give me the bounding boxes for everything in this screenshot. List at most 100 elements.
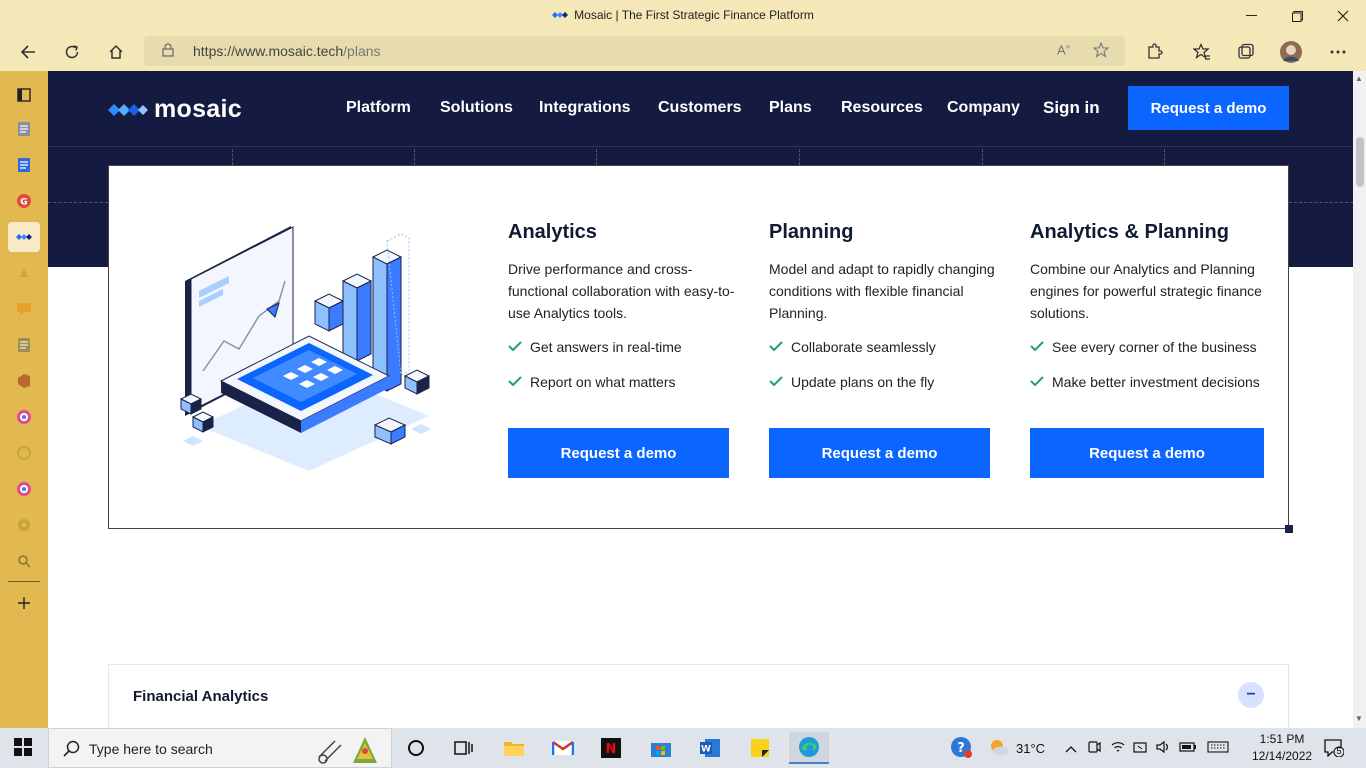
windows-taskbar: Type here to search N W ? 31°C 1:51 PM 1…	[0, 728, 1366, 768]
windows-start-icon[interactable]	[14, 738, 32, 761]
taskbar-search-box[interactable]: Type here to search	[48, 728, 392, 768]
scroll-down-icon[interactable]: ▼	[1355, 714, 1363, 723]
show-hidden-icons-icon[interactable]	[1065, 741, 1077, 756]
browser-sidebar: G	[0, 71, 48, 728]
search-icon	[63, 740, 81, 763]
plan-title: Analytics & Planning	[1030, 221, 1229, 243]
check-icon	[1030, 339, 1044, 355]
sign-in-link[interactable]: Sign in	[1043, 98, 1100, 118]
word-icon[interactable]: W	[690, 732, 730, 764]
notification-count: 5	[1336, 746, 1342, 756]
nav-resources[interactable]: Resources	[841, 99, 923, 117]
weather-icon[interactable]	[988, 738, 1010, 759]
nav-request-demo-button[interactable]: Request a demo	[1128, 86, 1289, 130]
microsoft-store-icon[interactable]	[641, 732, 681, 764]
analytics-request-demo-button[interactable]: Request a demo	[508, 428, 729, 478]
plan-description: Combine our Analytics and Planning engin…	[1030, 261, 1262, 321]
plan-feature: See every corner of the business	[1030, 339, 1275, 355]
page-scrollbar[interactable]: ▲ ▼	[1353, 71, 1366, 728]
window-title: Mosaic | The First Strategic Finance Pla…	[0, 8, 1366, 23]
svg-text:N: N	[606, 742, 617, 757]
sidebar-games-icon[interactable]	[12, 441, 36, 465]
browser-toolbar: https://www.mosaic.tech/plans A»	[0, 32, 1366, 71]
sidebar-grammarly-icon[interactable]: G	[12, 189, 36, 213]
planning-request-demo-button[interactable]: Request a demo	[769, 428, 990, 478]
plan-feature: Report on what matters	[508, 374, 748, 390]
nav-customers[interactable]: Customers	[658, 99, 742, 117]
sidebar-mosaic-tab-icon[interactable]	[8, 222, 40, 252]
plan-title: Planning	[769, 221, 854, 243]
scrollbar-thumb[interactable]	[1356, 137, 1364, 187]
mosaic-logo[interactable]: mosaic	[108, 95, 242, 124]
weather-temperature[interactable]: 31°C	[1016, 741, 1045, 756]
svg-text:G: G	[20, 198, 27, 208]
more-icon[interactable]	[1326, 40, 1350, 64]
svg-text:?: ?	[957, 741, 965, 756]
search-placeholder: Type here to search	[89, 741, 213, 757]
profile-avatar[interactable]	[1279, 40, 1303, 64]
help-icon[interactable]: ?	[950, 736, 972, 761]
svg-text:W: W	[701, 745, 711, 755]
battery-icon[interactable]	[1179, 741, 1197, 756]
meet-now-icon[interactable]	[1087, 740, 1101, 757]
accordion-financial-analytics[interactable]: Financial Analytics −	[108, 664, 1289, 728]
analytics-planning-request-demo-button[interactable]: Request a demo	[1030, 428, 1264, 478]
nav-company[interactable]: Company	[947, 99, 1020, 117]
collections-icon[interactable]	[1234, 40, 1258, 64]
nav-platform[interactable]: Platform	[346, 99, 411, 117]
wifi-icon[interactable]	[1111, 741, 1125, 756]
sidebar-add-icon[interactable]	[12, 591, 36, 615]
battery-saver-icon[interactable]	[1133, 740, 1147, 757]
plan-title: Analytics	[508, 221, 597, 243]
sidebar-tools-icon[interactable]	[12, 513, 36, 537]
sidebar-office-icon[interactable]	[12, 369, 36, 393]
sidebar-search-icon[interactable]	[12, 549, 36, 573]
file-explorer-icon[interactable]	[494, 732, 534, 764]
keyboard-icon[interactable]	[1207, 740, 1229, 756]
extensions-icon[interactable]	[1142, 40, 1166, 64]
read-aloud-icon[interactable]: A»	[1057, 42, 1070, 57]
volume-icon[interactable]	[1155, 740, 1171, 757]
gmail-icon[interactable]	[543, 732, 583, 764]
sidebar-messenger-icon[interactable]	[12, 405, 36, 429]
nav-plans[interactable]: Plans	[769, 99, 812, 117]
resize-handle[interactable]	[1285, 525, 1293, 533]
sidebar-messenger2-icon[interactable]	[12, 477, 36, 501]
maximize-button[interactable]	[1274, 4, 1320, 28]
sidebar-pin-icon[interactable]	[12, 261, 36, 285]
address-bar[interactable]: https://www.mosaic.tech/plans A»	[144, 36, 1125, 66]
sidebar-docs-icon[interactable]	[12, 153, 36, 177]
mosaic-logo-icon	[108, 103, 148, 116]
edge-icon[interactable]	[789, 732, 829, 764]
collapse-icon[interactable]: −	[1238, 682, 1264, 708]
refresh-icon[interactable]	[57, 38, 87, 66]
system-clock[interactable]: 1:51 PM 12/14/2022	[1252, 731, 1312, 765]
plan-feature: Update plans on the fly	[769, 374, 1009, 390]
favorites-icon[interactable]	[1190, 40, 1214, 64]
notifications-icon[interactable]: 5	[1324, 739, 1345, 762]
nav-integrations[interactable]: Integrations	[539, 99, 631, 117]
plan-description: Drive performance and cross-functional c…	[508, 261, 735, 321]
site-navbar: mosaic Platform Solutions Integrations C…	[48, 71, 1353, 147]
plan-feature: Collaborate seamlessly	[769, 339, 1009, 355]
sidebar-chat-icon[interactable]	[12, 297, 36, 321]
back-icon[interactable]	[13, 38, 43, 66]
system-tray: ? 31°C	[950, 728, 1229, 768]
sidebar-notes-icon[interactable]	[12, 333, 36, 357]
tab-actions-icon[interactable]	[12, 83, 36, 107]
plan-analytics-planning: Analytics & Planning Combine our Analyti…	[1030, 221, 1275, 478]
url-text[interactable]: https://www.mosaic.tech/plans	[193, 43, 381, 59]
cortana-icon[interactable]	[396, 732, 436, 764]
plan-description: Model and adapt to rapidly changing cond…	[769, 261, 995, 321]
sidebar-doc-icon[interactable]	[12, 117, 36, 141]
netflix-icon[interactable]: N	[591, 732, 631, 764]
brand-name: mosaic	[154, 95, 242, 123]
scroll-up-icon[interactable]: ▲	[1355, 74, 1363, 83]
close-button[interactable]	[1320, 4, 1366, 28]
minimize-button[interactable]	[1228, 4, 1274, 28]
sticky-notes-icon[interactable]	[740, 732, 780, 764]
home-icon[interactable]	[101, 38, 131, 66]
nav-solutions[interactable]: Solutions	[440, 99, 513, 117]
add-favorite-icon[interactable]	[1092, 41, 1110, 61]
task-view-icon[interactable]	[444, 732, 484, 764]
